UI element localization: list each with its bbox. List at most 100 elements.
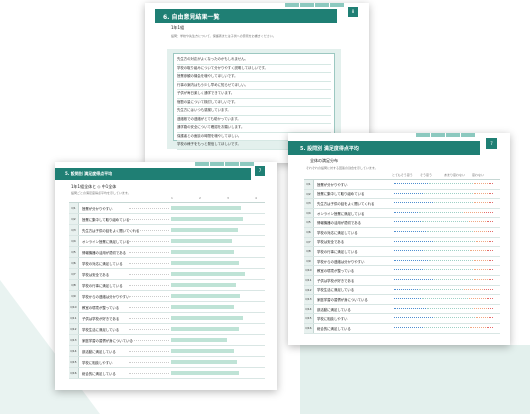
column-headers: とてもそう思う そう思う あまり思わない 思わない	[392, 173, 496, 178]
distribution-segment	[394, 279, 433, 282]
section-note: 設問ごとの満足度得点平均を示しています。	[71, 191, 131, 195]
question-number: Q3	[304, 199, 314, 208]
column-header: とてもそう思う	[392, 173, 413, 177]
distribution-segment	[394, 269, 423, 272]
score-bar	[171, 206, 242, 210]
question-number: Q5	[304, 218, 314, 227]
distribution-segment	[464, 211, 483, 215]
distribution-segment	[469, 298, 486, 301]
score-bar	[171, 338, 227, 342]
question-number: Q4	[69, 236, 79, 246]
score-bar	[171, 283, 236, 287]
distribution-segment	[474, 183, 488, 186]
distribution-segment	[489, 202, 493, 205]
question-number: Q10	[304, 266, 314, 275]
section-note: それぞれの設問に対する回答の割合を示しています。	[306, 166, 378, 170]
distribution-segment	[394, 298, 421, 301]
distribution-segment	[424, 269, 473, 272]
question-text: 学校からの連絡は分かりやすい	[317, 259, 365, 264]
distribution-segment	[474, 279, 488, 282]
background-shape-right	[300, 345, 530, 414]
question-number: Q11	[304, 276, 314, 285]
scale-label: 2	[199, 196, 201, 200]
question-number: Q13	[69, 335, 79, 345]
table-row: Q15 学校に相談しやすい	[69, 357, 265, 368]
distribution-segment	[489, 317, 493, 320]
distribution-segment	[422, 298, 468, 301]
question-text: オンライン授業に満足している	[317, 211, 365, 216]
scale-label: 3	[227, 196, 229, 200]
question-text: 部活動に満足している	[317, 307, 351, 312]
leader-line	[129, 329, 169, 331]
distribution-segment	[474, 259, 488, 263]
comment-item: 授業参観の機会を増やしてほしいです。	[177, 73, 331, 82]
question-text: 学校の行事に満足している	[317, 249, 358, 254]
distribution-segment	[474, 202, 488, 205]
question-text: 授業に集中して取り組めている	[317, 192, 365, 197]
question-number: Q11	[69, 313, 79, 323]
leader-line	[129, 241, 169, 243]
distribution-segment	[474, 192, 488, 196]
question-number: Q6	[304, 228, 314, 237]
distribution-segment	[424, 192, 473, 196]
question-text: 教室の環境が整っている	[317, 269, 355, 274]
question-number: Q15	[304, 314, 314, 323]
table-row: Q8 学校の行事に満足している	[304, 247, 500, 257]
distribution-segment	[469, 221, 486, 224]
intro-text: 設問：学校や先生方について、保護者または子供への意見をお書きください。	[171, 34, 276, 38]
question-number: Q9	[304, 256, 314, 266]
question-number: Q8	[304, 247, 314, 256]
distribution-segment	[394, 317, 433, 320]
table-row: Q13 家庭学習の習慣が身についている	[69, 335, 265, 346]
question-number: Q7	[304, 237, 314, 247]
table-row: Q2 授業に集中して取り組めている	[304, 189, 500, 200]
distribution-segment	[489, 259, 493, 263]
comment-item: 先生方にはいつも感謝しています。	[177, 107, 331, 116]
document-distribution: 5. 設問別 満足度得点平均 7 全体の満足分布 それぞれの設問に対する回答の割…	[288, 133, 510, 345]
table-row: Q10 教室の環境が整っている	[69, 302, 265, 313]
table-row: Q15 学校に相談しやすい	[304, 314, 500, 324]
question-number: Q14	[69, 346, 79, 356]
question-text: 総合的に満足している	[317, 326, 351, 331]
question-number: Q2	[69, 214, 79, 224]
table-row: Q16 総合的に満足している	[69, 368, 265, 379]
comment-item: 通学路の安全について確認をお願いします。	[177, 124, 331, 133]
table-row: Q9 学校からの連絡は分かりやすい	[69, 291, 265, 302]
section-heading: 1年1組全体と ◇ 中1全体	[71, 184, 117, 189]
distribution-segment	[394, 240, 433, 244]
leader-line	[129, 208, 169, 210]
distribution-segment	[489, 269, 493, 272]
distribution-segment	[419, 211, 463, 215]
question-text: 家庭学習の習慣が身についている	[317, 297, 368, 302]
page-title: 6. 自由意見結果一覧	[155, 9, 337, 23]
distribution-segment	[422, 221, 468, 224]
page-title: 5. 設問別 満足度得点平均	[288, 141, 480, 155]
comment-item: 学校の取り組みについて分かりやすく説明してほしいです。	[177, 65, 331, 73]
distribution-segment	[476, 317, 488, 320]
question-text: 学校は安全である	[317, 240, 345, 245]
leader-line	[129, 340, 169, 342]
distribution-segment	[484, 288, 493, 292]
scale-label: 1	[171, 196, 173, 200]
distribution-segment	[394, 183, 428, 186]
distribution-segment	[394, 259, 428, 263]
question-number: Q1	[304, 180, 314, 189]
leader-line	[129, 219, 169, 221]
score-bar	[171, 217, 243, 221]
scale-label: 4	[255, 196, 257, 200]
table-row: Q4 オンライン授業に満足している	[69, 236, 265, 247]
table-row: Q12 学校生活に満足している	[304, 285, 500, 296]
table-row: Q11 子供は学校が好きである	[304, 276, 500, 286]
score-bar	[171, 305, 234, 309]
distribution-segment	[434, 240, 475, 244]
section-heading: 1年1組	[171, 25, 185, 30]
score-bar	[171, 349, 234, 353]
leader-line	[129, 362, 169, 364]
distribution-segment	[489, 192, 493, 196]
distribution-segment	[394, 307, 426, 311]
table-row: Q5 情報機器の活用が適切である	[304, 218, 500, 228]
section-heading: 全体の満足分布	[310, 158, 338, 163]
table-row: Q14 部活動に満足している	[304, 304, 500, 315]
leader-line	[129, 351, 169, 353]
distribution-segment	[429, 183, 473, 186]
